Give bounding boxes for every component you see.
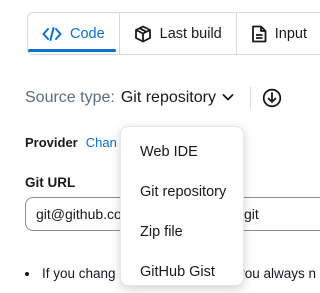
dropdown-option-zip-file[interactable]: Zip file bbox=[121, 212, 243, 252]
tab-code[interactable]: Code bbox=[27, 12, 120, 55]
git-url-value-suffix: git bbox=[244, 206, 259, 222]
dropdown-option-git-repository[interactable]: Git repository bbox=[121, 172, 243, 212]
source-type-selector[interactable]: Source type: Git repository bbox=[25, 89, 234, 107]
tab-bar: Code Last build Input bbox=[27, 12, 320, 57]
source-type-label: Source type: bbox=[25, 89, 115, 106]
git-url-label: Git URL bbox=[25, 175, 76, 190]
source-type-value[interactable]: Git repository bbox=[121, 89, 216, 107]
package-icon bbox=[134, 25, 152, 43]
provider-row: Provider Chan bbox=[25, 135, 117, 150]
change-provider-link[interactable]: Chan bbox=[86, 135, 117, 150]
note-text: If you chang bbox=[42, 266, 116, 281]
divider bbox=[250, 87, 251, 109]
tab-input-label: Input bbox=[274, 25, 307, 42]
git-url-value: git@github.co bbox=[36, 206, 122, 222]
document-icon bbox=[251, 25, 267, 43]
download-circle-icon[interactable] bbox=[262, 88, 282, 113]
source-type-dropdown: Web IDE Git repository Zip file GitHub G… bbox=[120, 126, 244, 286]
bullet bbox=[25, 272, 29, 277]
note-list-item: If you chang you always n bbox=[25, 266, 316, 281]
tab-last-build-label: Last build bbox=[159, 25, 222, 42]
chevron-down-icon[interactable] bbox=[222, 89, 234, 107]
provider-label: Provider bbox=[25, 135, 78, 150]
tab-last-build[interactable]: Last build bbox=[119, 12, 237, 55]
dropdown-option-web-ide[interactable]: Web IDE bbox=[121, 132, 243, 172]
code-icon bbox=[42, 26, 62, 42]
tab-code-label: Code bbox=[70, 25, 105, 42]
dropdown-option-github-gist[interactable]: GitHub Gist bbox=[121, 252, 243, 292]
note-text-suffix: you always n bbox=[238, 266, 317, 281]
tab-input[interactable]: Input bbox=[236, 12, 320, 55]
